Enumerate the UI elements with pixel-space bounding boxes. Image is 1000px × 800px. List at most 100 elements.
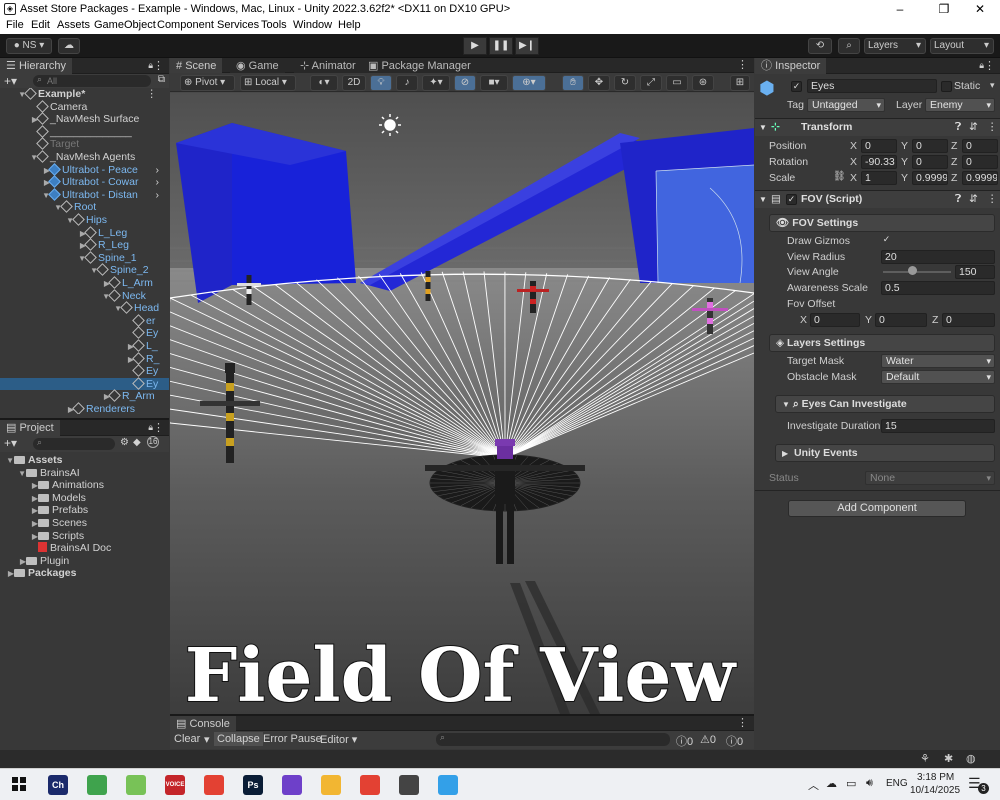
unity-app-icon[interactable] [399, 775, 419, 795]
hierarchy-row[interactable]: Ey [0, 364, 169, 378]
robot-orange[interactable] [425, 271, 431, 301]
cloud-icon[interactable]: ☁ [58, 38, 80, 54]
menu-component[interactable]: Component [157, 19, 214, 31]
network-icon[interactable]: ⚘ [920, 752, 930, 765]
android-app-icon[interactable] [126, 775, 146, 795]
language-indicator[interactable]: ENG [886, 778, 908, 789]
rotation-y-field[interactable]: 0 [912, 155, 948, 169]
menu-help[interactable]: Help [338, 19, 361, 31]
tab-inspector[interactable]: ⓘ Inspector [755, 58, 827, 74]
camera-icon[interactable]: ■▾ [480, 75, 508, 91]
ch-app-icon[interactable]: Ch [48, 775, 68, 795]
layer-dropdown[interactable]: Enemy [925, 98, 995, 112]
console-search-input[interactable] [436, 733, 670, 746]
project-row[interactable]: ▶ Prefabs [0, 504, 169, 517]
tab-animator[interactable]: ⊹ Animator [294, 58, 362, 73]
hierarchy-row[interactable]: ▶ R_Leg [0, 238, 169, 252]
hierarchy-row[interactable]: ▼ Ultrabot - Distan › [0, 187, 169, 202]
object-name-field[interactable]: Eyes [807, 79, 937, 93]
hierarchy-row[interactable]: Target [0, 137, 169, 151]
position-y-field[interactable]: 0 [912, 139, 948, 153]
fov-offset-y-field[interactable]: 0 [875, 313, 927, 327]
clock-date[interactable]: 10/14/2025 [910, 785, 960, 796]
help-icon[interactable]: ❓︎ [955, 191, 961, 208]
open-prefab-icon[interactable]: › [156, 164, 160, 177]
hierarchy-row[interactable]: Ey [0, 376, 169, 391]
layers-dropdown[interactable]: Layers ▾ [864, 38, 926, 54]
rotation-x-field[interactable]: -90.33 [861, 155, 897, 169]
view-angle-slider-thumb[interactable] [907, 266, 917, 275]
hierarchy-row[interactable]: ▶ L_ [0, 339, 169, 353]
chrome2-app-icon[interactable] [360, 775, 380, 795]
account-dropdown[interactable]: ● NS ▾ [6, 38, 52, 54]
rect-tool-icon[interactable]: ▭ [666, 75, 688, 91]
scale-x-field[interactable]: 1 [861, 171, 897, 185]
open-prefab-icon[interactable]: › [156, 189, 160, 202]
hierarchy-row[interactable]: ▶ L_Arm [0, 276, 169, 290]
menu-services[interactable]: Services [217, 19, 259, 31]
hierarchy-row[interactable]: ▼ Spine_2 [0, 263, 169, 277]
menu-tools[interactable]: Tools [261, 19, 287, 31]
hierarchy-row[interactable]: ▶ _NavMesh Surface [0, 112, 169, 126]
clock-time[interactable]: 3:18 PM [917, 772, 954, 783]
project-row[interactable]: ▶ Animations [0, 479, 169, 492]
fov-offset-x-field[interactable]: 0 [810, 313, 860, 327]
component-menu-icon[interactable]: ⋮ [987, 119, 998, 136]
menu-assets[interactable]: Assets [57, 19, 90, 31]
expand-arrow-icon[interactable]: ▶ [4, 568, 14, 581]
project-row[interactable]: ▶ Scenes [0, 517, 169, 530]
view-angle-slider-track[interactable] [883, 271, 951, 273]
static-checkbox[interactable] [941, 81, 952, 92]
tab-game[interactable]: ◉ Game [230, 58, 285, 73]
search-icon[interactable]: ⌕ [838, 38, 860, 54]
2d-toggle[interactable]: 2D [342, 75, 366, 91]
hierarchy-row[interactable]: ▼ Hips [0, 213, 169, 227]
label-icon[interactable]: ◆ [133, 437, 141, 448]
project-search-input[interactable] [33, 438, 115, 450]
lighting-toggle-icon[interactable]: 💡︎ [370, 75, 392, 91]
github-app-icon[interactable] [282, 775, 302, 795]
scale-tool-icon[interactable]: ⤢ [640, 75, 662, 91]
tab-console[interactable]: ▤ Console [170, 716, 236, 731]
close-button[interactable]: ✕ [960, 0, 1000, 18]
more-icon[interactable]: ⋮ [984, 59, 995, 72]
warning-count[interactable]: ⚠0 [700, 733, 716, 746]
more-icon[interactable]: ⋮ [737, 716, 748, 729]
chevron-up-icon[interactable]: ︿ [808, 777, 819, 793]
hierarchy-row[interactable]: ▶ R_Arm [0, 389, 169, 403]
hierarchy-search-input[interactable]: All [33, 75, 151, 87]
add-icon[interactable]: +▾ [4, 436, 17, 450]
project-row[interactable]: ▶ Packages [0, 567, 169, 580]
scale-y-field[interactable]: 0.9999 [912, 171, 948, 185]
progress-icon[interactable]: ◍ [966, 752, 976, 765]
hierarchy-row[interactable]: ▼ Root [0, 200, 169, 214]
windows-start-icon[interactable] [12, 777, 26, 791]
help-icon[interactable]: ❓︎ [955, 119, 961, 136]
hidden-objects-icon[interactable]: ⊘ [454, 75, 476, 91]
transform-tool-icon[interactable]: ⊛ [692, 75, 714, 91]
preset-icon[interactable]: ⇵ [969, 191, 978, 208]
tab-hierarchy[interactable]: ☰ Hierarchy [0, 58, 73, 74]
audio-toggle-icon[interactable]: ♪ [396, 75, 418, 91]
menu-edit[interactable]: Edit [31, 19, 50, 31]
hierarchy-row[interactable]: Camera [0, 99, 169, 114]
paint-app-icon[interactable] [438, 775, 458, 795]
rotation-z-field[interactable]: 0 [962, 155, 998, 169]
fov-enabled-checkbox[interactable]: ✓ [786, 194, 797, 205]
tab-project[interactable]: ▤ Project [0, 420, 60, 436]
clear-options-icon[interactable]: ▾ [204, 733, 210, 746]
hierarchy-row[interactable]: ▶ Renderers [0, 402, 169, 414]
awareness-field[interactable]: 0.5 [881, 281, 995, 295]
menu-file[interactable]: File [6, 19, 24, 31]
step-button[interactable]: ▶❙ [515, 37, 539, 55]
network-tray-icon[interactable]: ▭ [846, 777, 856, 790]
log-count[interactable]: ⓘ0 [676, 733, 693, 749]
target-mask-dropdown[interactable]: Water [881, 354, 995, 368]
rotate-tool-icon[interactable]: ↻ [614, 75, 636, 91]
scale-z-field[interactable]: 0.9999 [962, 171, 998, 185]
draw-gizmos-checkbox[interactable]: ✓ [881, 235, 892, 246]
transform-header[interactable]: ▼ ⊹ Transform ❓︎ ⇵ ⋮ [755, 118, 1000, 136]
grid-snap-icon[interactable]: ⊞ [730, 75, 750, 91]
position-x-field[interactable]: 0 [861, 139, 897, 153]
minimize-button[interactable]: – [880, 0, 920, 18]
